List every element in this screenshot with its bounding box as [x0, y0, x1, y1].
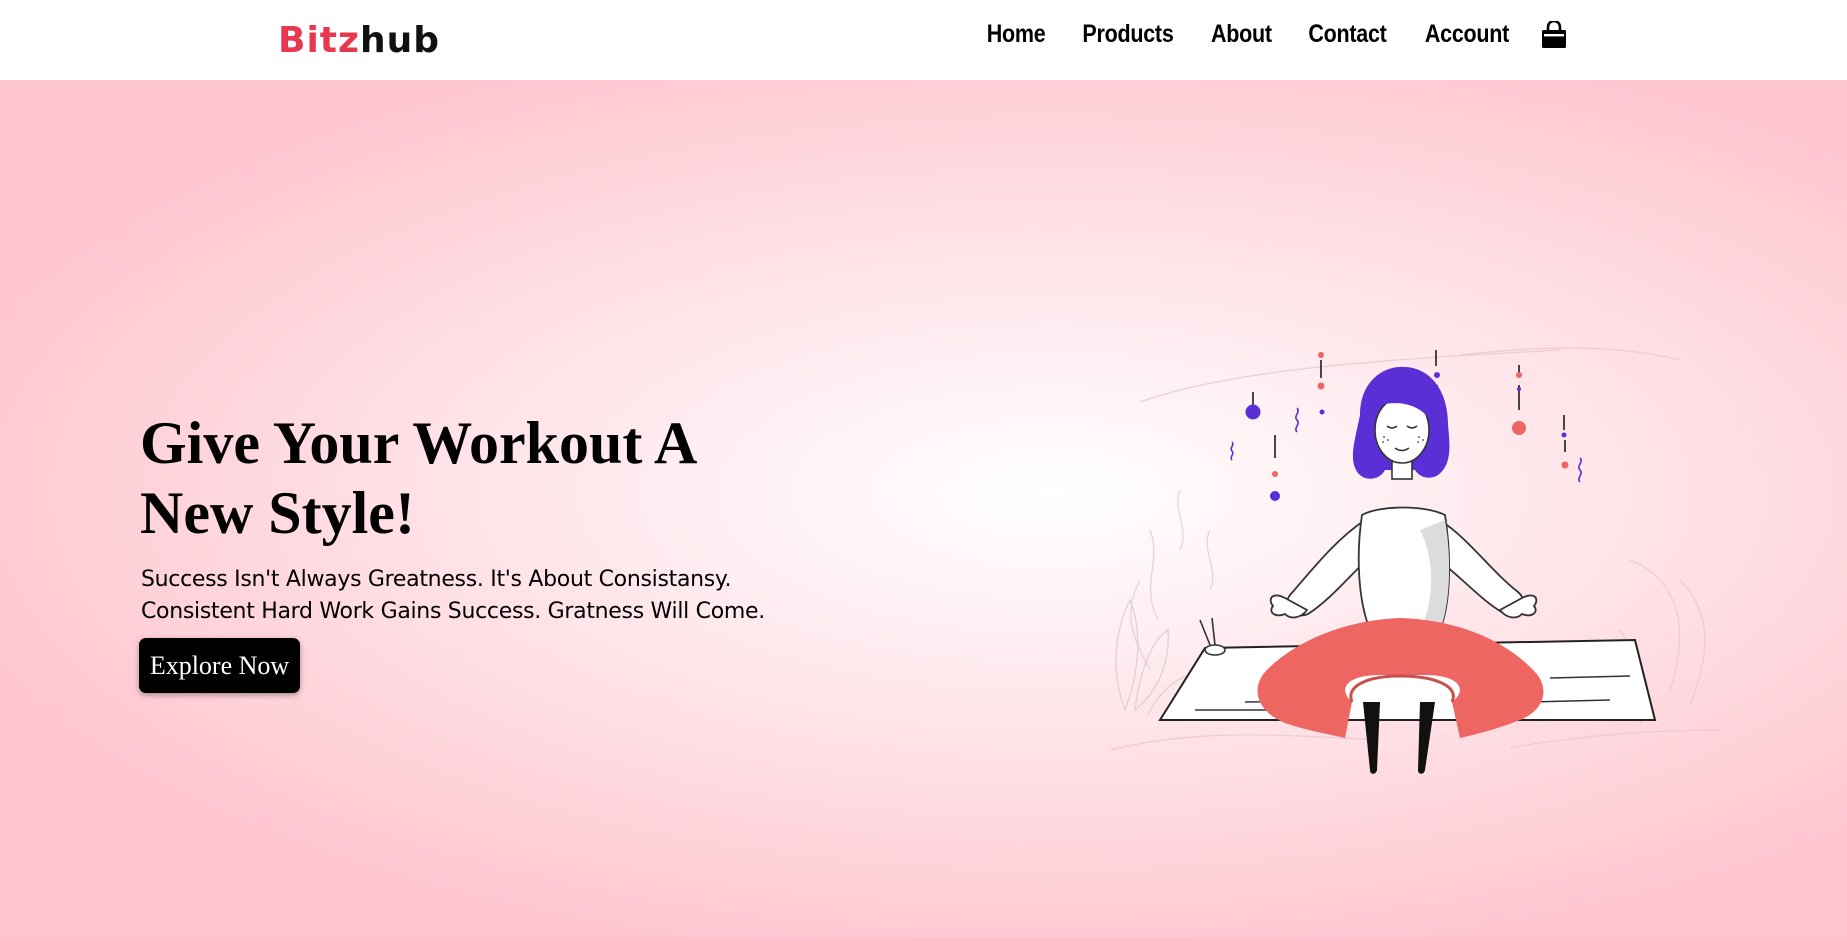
hero-text-line-2: Consistent Hard Work Gains Success. Grat…: [141, 599, 765, 624]
nav-menu: Home Products About Contact Account: [982, 19, 1567, 49]
navbar: Bitzhub Home Products About Contact Acco…: [0, 0, 1847, 80]
logo-part-hub: hub: [359, 20, 440, 61]
explore-now-button[interactable]: Explore Now: [139, 638, 300, 693]
nav-about-link[interactable]: About: [1211, 20, 1272, 49]
hero-text-line-1: Success Isn't Always Greatness. It's Abo…: [141, 567, 732, 592]
nav-products-link[interactable]: Products: [1083, 20, 1174, 49]
torso: [1357, 506, 1451, 631]
logo-part-bitz: Bitz: [278, 20, 360, 61]
logo[interactable]: Bitzhub: [278, 16, 440, 66]
meditating-woman-illustration: [1109, 347, 1721, 774]
shopping-bag-icon[interactable]: [1541, 19, 1567, 49]
nav-home-link[interactable]: Home: [987, 20, 1046, 49]
hero-title: Give Your Workout A New Style!: [140, 410, 695, 546]
nav-account-link[interactable]: Account: [1425, 20, 1509, 49]
nav-contact-link[interactable]: Contact: [1308, 20, 1386, 49]
hero-description: Success Isn't Always Greatness. It's Abo…: [141, 564, 781, 628]
